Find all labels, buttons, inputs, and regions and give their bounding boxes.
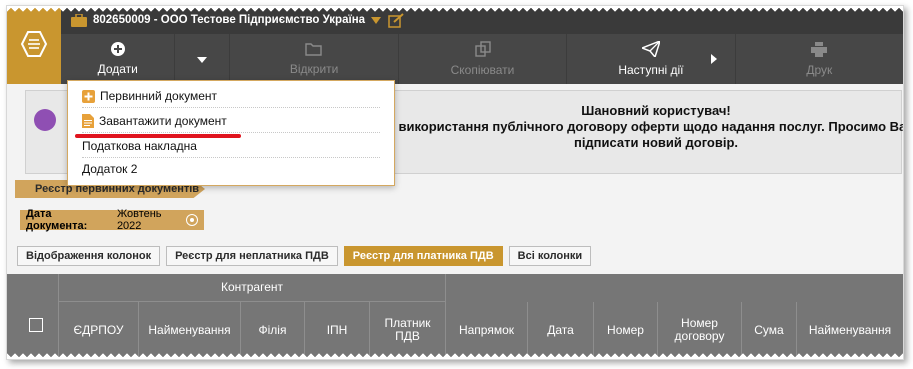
printer-icon (811, 41, 828, 60)
copy-button-label: Скопіювати (450, 63, 515, 77)
plus-icon (82, 89, 95, 103)
open-button-label: Відкрити (289, 62, 339, 76)
info-icon (34, 109, 56, 134)
app-window: 802650009 - ООО Тестове Підприємство Укр… (6, 5, 904, 360)
column-header-number[interactable]: Номер (594, 302, 657, 358)
column-header-contract-number[interactable]: Номер договору (658, 302, 741, 358)
notice-title: Шановний користувач! (581, 103, 731, 118)
torn-edge-top (7, 6, 903, 14)
caret-down-icon (197, 52, 208, 66)
edit-icon[interactable] (388, 12, 404, 28)
tab-columns-view[interactable]: Відображення колонок (17, 246, 161, 266)
column-header-name-2[interactable]: Найменування (797, 302, 903, 358)
register-tabs: Відображення колонок Реєстр для неплатни… (17, 246, 592, 266)
print-button[interactable]: Друк (736, 34, 903, 84)
column-header-sum[interactable]: Сума (742, 302, 796, 358)
menu-item-label: Додаток 2 (82, 162, 138, 176)
notice-line2: підписати новий договір. (573, 135, 739, 150)
column-group-counterparty: Контрагент (220, 280, 284, 294)
notice-text: Шановний користувач! використання публіч… (396, 103, 904, 151)
briefcase-icon (71, 13, 87, 27)
app-logo[interactable] (7, 6, 61, 84)
torn-edge-bottom (7, 351, 903, 359)
menu-item-label: Податкова накладна (82, 139, 197, 153)
copy-icon (474, 41, 491, 60)
date-filter[interactable]: Дата документа: Жовтень 2022 (20, 208, 204, 232)
caret-right-icon (710, 53, 717, 67)
menu-item-tax-invoice[interactable]: Податкова накладна (82, 135, 380, 158)
date-filter-label: Дата документа: (26, 208, 88, 232)
column-header-edrpou[interactable]: ЄДРПОУ (59, 302, 138, 358)
select-all-checkbox[interactable] (29, 318, 43, 332)
add-dropdown-menu: Первинний документ Завантажити документ … (67, 80, 395, 186)
add-dropdown-toggle[interactable] (175, 34, 231, 84)
highlight-underline (75, 134, 241, 138)
column-header-date[interactable]: Дата (528, 302, 593, 358)
toolbar: Додати Відкрити Скопіювати Наступні дії (61, 34, 903, 84)
document-icon (82, 114, 94, 128)
plus-circle-icon (110, 42, 125, 59)
column-header-vat-payer[interactable]: Платник ПДВ (370, 302, 445, 358)
table-header: Контрагент ЄДРПОУ Найменування Філія ІПН… (7, 274, 903, 359)
company-selector[interactable]: 802650009 - ООО Тестове Підприємство Укр… (93, 14, 365, 26)
column-header-direction[interactable]: Напрямок (446, 302, 527, 358)
clear-filter-icon[interactable] (186, 214, 198, 226)
paper-plane-icon (639, 39, 662, 60)
menu-item-upload-document[interactable]: Завантажити документ (82, 110, 380, 133)
menu-item-label: Первинний документ (100, 89, 218, 103)
hexagon-menu-icon (20, 30, 48, 61)
column-header-name[interactable]: Найменування (139, 302, 240, 358)
add-button-label: Додати (97, 62, 138, 76)
date-filter-value: Жовтень 2022 (116, 208, 162, 232)
next-actions-button[interactable]: Наступні дії (567, 34, 736, 84)
copy-button[interactable]: Скопіювати (399, 34, 568, 84)
menu-item-primary-document[interactable]: Первинний документ (82, 85, 380, 108)
add-button[interactable]: Додати (61, 34, 176, 84)
print-button-label: Друк (806, 62, 833, 77)
column-header-branch[interactable]: Філія (241, 302, 304, 358)
next-actions-label: Наступні дії (618, 63, 684, 77)
tab-all-columns[interactable]: Всі колонки (508, 246, 592, 266)
open-button[interactable]: Відкрити (230, 34, 399, 84)
tab-vat-register[interactable]: Реєстр для платника ПДВ (343, 246, 503, 266)
menu-item-label: Завантажити документ (99, 114, 227, 128)
column-header-ipn[interactable]: ІПН (305, 302, 369, 358)
tab-non-vat-register[interactable]: Реєстр для неплатника ПДВ (166, 246, 338, 266)
notice-line1: використання публічного договору оферти … (398, 119, 904, 134)
caret-down-icon[interactable] (371, 16, 382, 24)
menu-item-appendix-2[interactable]: Додаток 2 (82, 158, 380, 180)
folder-open-icon (305, 42, 323, 59)
